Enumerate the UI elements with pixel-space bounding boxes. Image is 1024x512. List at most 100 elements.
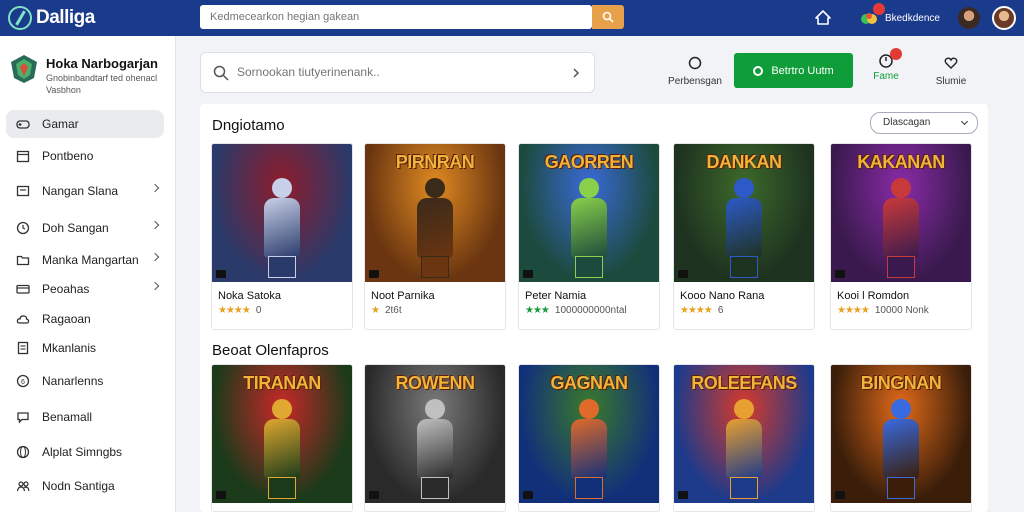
game-card[interactable]: DANKAN Kooo Nano Rana ★★★★ 6: [673, 143, 815, 330]
top-bar: Dalliga Bkedkdence: [0, 0, 1024, 36]
game-cover[interactable]: DANKAN: [674, 144, 814, 282]
game-cover[interactable]: GAGNAN: [519, 365, 659, 503]
chevron-down-icon: [960, 117, 969, 126]
main-search-input[interactable]: [237, 65, 557, 79]
profile-subtitle: Gnobinbandtarf ted ohenacl Vasbhon: [46, 73, 158, 95]
primary-button-label: Betrtro Uutm: [771, 64, 834, 77]
chevron-right-icon[interactable]: [150, 252, 160, 262]
sidebar-item-5[interactable]: Manka Mangartan: [6, 246, 164, 274]
game-card[interactable]: GAGNANPoco Simpa★★: [518, 364, 660, 512]
chevron-right-icon[interactable]: [571, 68, 581, 78]
sidebar-item-4[interactable]: Doh Sangan: [6, 214, 164, 242]
platform-badge: [835, 491, 845, 499]
hero-figure: [254, 399, 310, 499]
logo-icon: [8, 6, 32, 30]
sidebar-item-10[interactable]: Benamall: [6, 403, 164, 431]
game-cover[interactable]: KAKANAN: [831, 144, 971, 282]
tool-fame[interactable]: Fame: [866, 48, 906, 82]
game-rating: ★★★★ 10000 Nonk: [837, 305, 971, 316]
chevron-right-icon[interactable]: [150, 183, 160, 193]
game-rating: ★★★★ 6: [680, 305, 814, 316]
game-name[interactable]: Kooo Nano Rana: [680, 290, 814, 302]
game-cover-title: PIRNRAN: [395, 152, 475, 172]
game-name[interactable]: Kooi l Romdon: [837, 290, 971, 302]
main-search-bar[interactable]: [200, 52, 595, 93]
user-avatar-small[interactable]: [958, 7, 980, 29]
hero-figure: [716, 399, 772, 499]
tool-label: Slumie: [935, 76, 967, 87]
app-logo[interactable]: Dalliga: [8, 6, 95, 30]
chat-icon: [17, 412, 29, 424]
calendar-icon: [16, 150, 30, 163]
home-icon[interactable]: [813, 8, 833, 28]
sidebar-item-label: Ragaoan: [42, 312, 91, 326]
game-cover[interactable]: [212, 144, 352, 282]
top-search-button[interactable]: [592, 5, 624, 29]
top-search-bar[interactable]: [200, 5, 592, 29]
sidebar-item-8[interactable]: Mkanlanis: [6, 334, 164, 362]
game-cover[interactable]: ROWENN: [365, 365, 505, 503]
game-cover[interactable]: ROLEEFANS: [674, 365, 814, 503]
sidebar-item-label: Manka Mangartan: [42, 253, 139, 267]
game-cover-title: DANKAN: [706, 152, 783, 172]
sidebar-profile[interactable]: Hoka Narbogarjan Gnobinbandtarf ted ohen…: [0, 36, 175, 104]
search-icon: [602, 11, 614, 23]
game-cover[interactable]: TIRANAN: [212, 365, 352, 503]
sidebar-item-9[interactable]: 6 Nanarlenns: [6, 367, 164, 395]
chevron-right-icon[interactable]: [150, 220, 160, 230]
sidebar-item-1[interactable]: Gamar: [6, 110, 164, 138]
sidebar-item-label: Benamall: [42, 410, 93, 424]
top-user-name[interactable]: Bkedkdence: [885, 13, 940, 24]
game-cover-title: BINGNAN: [860, 373, 942, 393]
star-rating-icon: ★★★★: [218, 305, 251, 316]
chevron-right-icon[interactable]: [150, 281, 160, 291]
sidebar-item-6[interactable]: Peoahas: [6, 275, 164, 303]
game-cover[interactable]: BINGNAN: [831, 365, 971, 503]
sort-select-value: Dlascagan: [883, 117, 931, 128]
sidebar-item-7[interactable]: Ragaoan: [6, 305, 164, 333]
tool-slumie[interactable]: Slumie: [930, 56, 972, 87]
primary-action-button[interactable]: Betrtro Uutm: [734, 53, 853, 88]
game-card[interactable]: ROWENNViant Oamo Renan★★★: [364, 364, 506, 512]
top-search-input[interactable]: [210, 11, 580, 23]
game-name[interactable]: Noot Parnika: [371, 290, 505, 302]
notification-button[interactable]: [859, 3, 885, 28]
game-card[interactable]: TIRANANRoco Botaoo★★★: [211, 364, 353, 512]
number-icon: 6: [16, 374, 30, 388]
game-cover-title: GAGNAN: [550, 373, 629, 393]
game-name[interactable]: Peter Namia: [525, 290, 659, 302]
sidebar-item-label: Gamar: [42, 117, 79, 131]
rating-count: 2t6t: [384, 305, 402, 316]
game-cover-title: TIRANAN: [243, 373, 321, 393]
card-icon: [16, 284, 30, 294]
game-card[interactable]: Noka Satoka ★★★★ 0: [211, 143, 353, 330]
sidebar-item-label: Peoahas: [42, 282, 90, 296]
game-name[interactable]: Noka Satoka: [218, 290, 352, 302]
tool-perbensgan[interactable]: Perbensgan: [666, 56, 724, 87]
people-icon: [16, 481, 30, 492]
sidebar-item-3[interactable]: Nangan Slana: [6, 177, 164, 205]
game-card[interactable]: GAORREN Peter Namia ★★★ 1000000000ntal: [518, 143, 660, 330]
game-cover[interactable]: PIRNRAN: [365, 144, 505, 282]
user-avatar[interactable]: [992, 6, 1016, 30]
platform-badge: [678, 491, 688, 499]
tool-label: Perbensgan: [668, 76, 722, 87]
section-title-featured: Dngiotamo: [212, 117, 285, 134]
game-rating: ★ 2t6t: [371, 305, 505, 316]
game-cover[interactable]: GAORREN: [519, 144, 659, 282]
platform-badge: [216, 270, 226, 278]
sidebar-item-11[interactable]: Alplat Simngbs: [6, 438, 164, 466]
game-card[interactable]: PIRNRAN Noot Parnika ★ 2t6t: [364, 143, 506, 330]
sidebar-item-2[interactable]: Pontbeno: [6, 142, 164, 170]
game-card[interactable]: ROLEEFANSKooo Benaan★★★: [673, 364, 815, 512]
sort-select[interactable]: Dlascagan: [870, 112, 978, 134]
sidebar-item-12[interactable]: Nodn Santiga: [6, 472, 164, 500]
hero-figure: [561, 178, 617, 278]
sidebar-item-label: Nodn Santiga: [42, 479, 115, 493]
sidebar-item-label: Nangan Slana: [42, 184, 119, 198]
game-card[interactable]: KAKANAN Kooi l Romdon ★★★★ 10000 Nonk: [830, 143, 972, 330]
star-rating-icon: ★: [371, 305, 380, 316]
rating-count: 10000 Nonk: [874, 305, 929, 316]
location-icon: [753, 65, 764, 76]
game-card[interactable]: BINGNANVorta★★★: [830, 364, 972, 512]
